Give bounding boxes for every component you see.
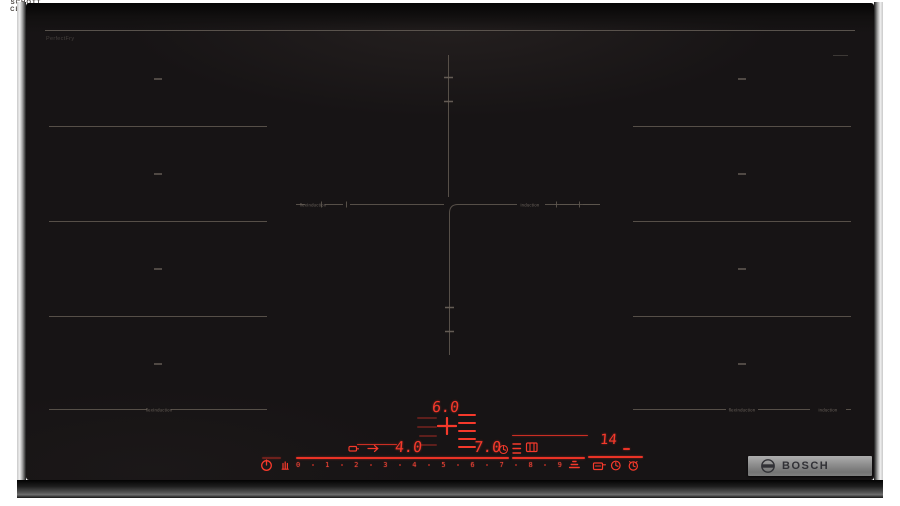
power-level-1[interactable]: 1 (325, 461, 329, 470)
product-photo-bosch-cooktop: flexInduction flexInduction induction fl… (0, 0, 900, 506)
bosch-symbol-icon (760, 458, 776, 474)
alarm-timer-icon[interactable] (627, 460, 640, 471)
slider-track-right (588, 456, 643, 458)
transfer-arrow-icon[interactable] (367, 444, 380, 453)
levels-icon[interactable] (512, 442, 522, 455)
scale-dot (341, 464, 343, 466)
timer-display: 14 (599, 432, 617, 448)
power-level-8[interactable]: 8 (529, 461, 533, 470)
power-level-9[interactable]: 9 (558, 461, 562, 470)
boost-icon[interactable] (568, 459, 581, 470)
scale-dot (312, 464, 314, 466)
scale-dot (486, 464, 488, 466)
wipe-protection-icon[interactable] (279, 459, 292, 471)
schott-underline (833, 55, 848, 56)
bosch-logo-band: BOSCH (748, 456, 872, 476)
timer-minute-dash (623, 448, 630, 450)
pan-icon[interactable] (592, 460, 607, 471)
power-level-7[interactable]: 7 (499, 461, 503, 470)
scale-dot (370, 464, 372, 466)
perfectfry-print: PerfectFry (46, 36, 74, 42)
power-level-5[interactable]: 5 (441, 461, 445, 470)
indicator-line-left (357, 444, 397, 446)
timer-clock-icon[interactable] (498, 444, 509, 455)
scale-dot (515, 464, 517, 466)
clock-icon[interactable] (610, 460, 622, 471)
scale-dot (457, 464, 459, 466)
frame-trim-left (17, 2, 26, 498)
bosch-logo-text: BOSCH (782, 460, 829, 472)
power-icon[interactable] (260, 459, 273, 471)
main-zone-display: 6.0 (431, 398, 460, 416)
power-level-4[interactable]: 4 (412, 461, 416, 470)
plus-cross-icon[interactable] (437, 417, 457, 435)
scale-dot (428, 464, 430, 466)
level-stack-icon[interactable] (458, 413, 477, 452)
power-level-0[interactable]: 0 (296, 461, 300, 470)
scale-dot (544, 464, 546, 466)
indicator-line-mid (512, 435, 588, 437)
power-level-scale[interactable]: 0 1 2 3 4 5 6 7 8 9 (296, 460, 562, 470)
pan-grid-icon[interactable] (525, 441, 539, 454)
power-level-3[interactable]: 3 (383, 461, 387, 470)
frame-trim-bottom (17, 480, 883, 498)
frame-trim-right (874, 2, 883, 498)
level-stack-dim-icon (417, 416, 438, 452)
power-level-2[interactable]: 2 (354, 461, 358, 470)
scale-dot (399, 464, 401, 466)
power-level-6[interactable]: 6 (470, 461, 474, 470)
move-pan-icon[interactable] (348, 444, 359, 453)
